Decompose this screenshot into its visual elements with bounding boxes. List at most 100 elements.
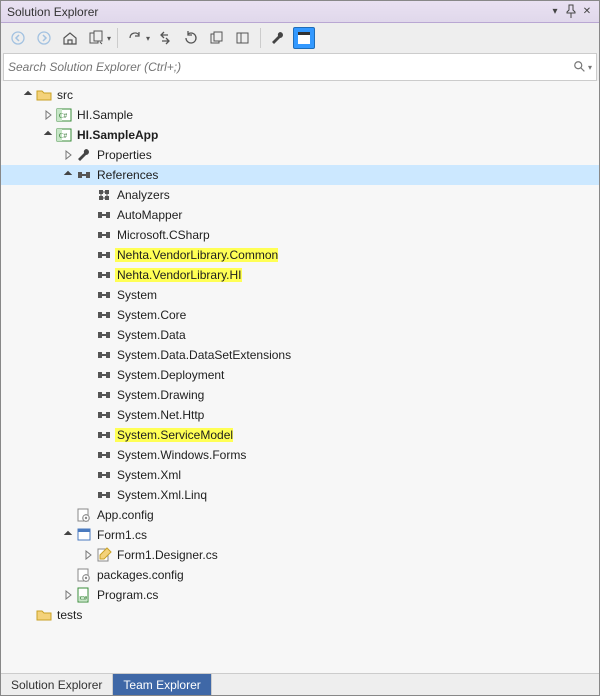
sync-button[interactable]: [154, 27, 176, 49]
panel-title: Solution Explorer: [5, 5, 547, 19]
tree-item[interactable]: System: [1, 285, 599, 305]
expand-arrow-icon[interactable]: [61, 588, 75, 602]
refresh-button[interactable]: [180, 27, 202, 49]
tab-solution-explorer[interactable]: Solution Explorer: [1, 674, 113, 695]
tree-item[interactable]: System.Data.DataSetExtensions: [1, 345, 599, 365]
tree-item-label: System.Core: [115, 308, 186, 322]
tree-item[interactable]: System.Net.Http: [1, 405, 599, 425]
home-button[interactable]: [59, 27, 81, 49]
tree-item[interactable]: App.config: [1, 505, 599, 525]
search-icon[interactable]: [570, 60, 590, 74]
panel-tabstrip: Solution Explorer Team Explorer: [1, 673, 599, 695]
tree-item[interactable]: System.Data: [1, 325, 599, 345]
forward-button[interactable]: [33, 27, 55, 49]
expand-arrow-icon: [81, 468, 95, 482]
window-options-icon[interactable]: ▾: [547, 5, 563, 19]
ref-icon: [95, 367, 113, 383]
tree-item[interactable]: References: [1, 165, 599, 185]
expand-arrow-icon[interactable]: [81, 548, 95, 562]
tree-item[interactable]: src: [1, 85, 599, 105]
tree-item-label: System.Windows.Forms: [115, 448, 246, 462]
tree-item[interactable]: HI.SampleApp: [1, 125, 599, 145]
ref-icon: [95, 387, 113, 403]
view-switcher-button[interactable]: [85, 27, 107, 49]
expand-arrow-icon[interactable]: [61, 168, 75, 182]
ref-icon: [95, 247, 113, 263]
preview-selected-button[interactable]: [293, 27, 315, 49]
dropdown-chevron-icon[interactable]: ▾: [146, 34, 150, 43]
tree-item-label: Microsoft.CSharp: [115, 228, 210, 242]
tree-item[interactable]: Nehta.VendorLibrary.Common: [1, 245, 599, 265]
expand-arrow-icon: [81, 348, 95, 362]
tree-item[interactable]: System.Xml.Linq: [1, 485, 599, 505]
expand-arrow-icon: [81, 428, 95, 442]
tree-item-label: System.Xml.Linq: [115, 488, 207, 502]
expand-arrow-icon: [21, 608, 35, 622]
expand-arrow-icon[interactable]: [21, 88, 35, 102]
tree-item[interactable]: System.Deployment: [1, 365, 599, 385]
tree-item-label: AutoMapper: [115, 208, 182, 222]
dropdown-chevron-icon[interactable]: ▾: [107, 34, 111, 43]
tree-item-label: Form1.Designer.cs: [115, 548, 218, 562]
expand-arrow-icon: [81, 388, 95, 402]
tree-item-label: Nehta.VendorLibrary.HI: [115, 268, 242, 282]
tab-team-explorer[interactable]: Team Explorer: [113, 674, 211, 695]
expand-arrow-icon: [81, 208, 95, 222]
tree-item-label: Properties: [95, 148, 152, 162]
tree-item[interactable]: AutoMapper: [1, 205, 599, 225]
toolbar-separator: [117, 28, 118, 48]
tree-item-label: System.Net.Http: [115, 408, 204, 422]
tree-item[interactable]: System.ServiceModel: [1, 425, 599, 445]
tree-item-label: Form1.cs: [95, 528, 147, 542]
tree-item[interactable]: Nehta.VendorLibrary.HI: [1, 265, 599, 285]
tree-item[interactable]: packages.config: [1, 565, 599, 585]
expand-arrow-icon[interactable]: [41, 108, 55, 122]
expand-arrow-icon: [81, 408, 95, 422]
search-options-chevron-icon[interactable]: ▾: [588, 63, 592, 72]
folder-icon: [35, 87, 53, 103]
collapse-all-button[interactable]: [206, 27, 228, 49]
tree-item[interactable]: Properties: [1, 145, 599, 165]
tree-item[interactable]: System.Windows.Forms: [1, 445, 599, 465]
tree-item[interactable]: HI.Sample: [1, 105, 599, 125]
close-icon[interactable]: ✕: [579, 5, 595, 19]
search-bar[interactable]: ▾: [3, 53, 597, 81]
ref-icon: [95, 467, 113, 483]
pending-changes-filter-button[interactable]: [124, 27, 146, 49]
tree-item[interactable]: Analyzers: [1, 185, 599, 205]
ref-icon: [95, 307, 113, 323]
csproj-icon: [55, 107, 73, 123]
expand-arrow-icon: [61, 568, 75, 582]
expand-arrow-icon: [81, 188, 95, 202]
solution-tree[interactable]: src HI.Sample HI.SampleApp Properties Refere…: [1, 81, 599, 673]
tree-item-label: packages.config: [95, 568, 184, 582]
tree-item[interactable]: System.Xml: [1, 465, 599, 485]
tree-item-label: HI.Sample: [75, 108, 133, 122]
tree-item-label: tests: [55, 608, 82, 622]
expand-arrow-icon[interactable]: [41, 128, 55, 142]
expand-arrow-icon: [81, 248, 95, 262]
tree-item[interactable]: Microsoft.CSharp: [1, 225, 599, 245]
properties-button[interactable]: [267, 27, 289, 49]
tree-item[interactable]: Form1.cs: [1, 525, 599, 545]
search-input[interactable]: [8, 60, 570, 74]
tree-item-label: Program.cs: [95, 588, 158, 602]
tree-item[interactable]: System.Drawing: [1, 385, 599, 405]
tree-item-label: Nehta.VendorLibrary.Common: [115, 248, 278, 262]
expand-arrow-icon[interactable]: [61, 528, 75, 542]
folder-icon: [35, 607, 53, 623]
tree-item[interactable]: Form1.Designer.cs: [1, 545, 599, 565]
pin-icon[interactable]: [563, 5, 579, 19]
ref-icon: [95, 227, 113, 243]
tree-item[interactable]: tests: [1, 605, 599, 625]
back-button[interactable]: [7, 27, 29, 49]
tree-item[interactable]: Program.cs: [1, 585, 599, 605]
tree-item[interactable]: System.Core: [1, 305, 599, 325]
ref-icon: [95, 487, 113, 503]
tree-item-label: App.config: [95, 508, 154, 522]
show-all-files-button[interactable]: [232, 27, 254, 49]
tree-item-label: System.ServiceModel: [115, 428, 233, 442]
expand-arrow-icon[interactable]: [61, 148, 75, 162]
tree-item-label: System.Data.DataSetExtensions: [115, 348, 291, 362]
ref-icon: [95, 287, 113, 303]
